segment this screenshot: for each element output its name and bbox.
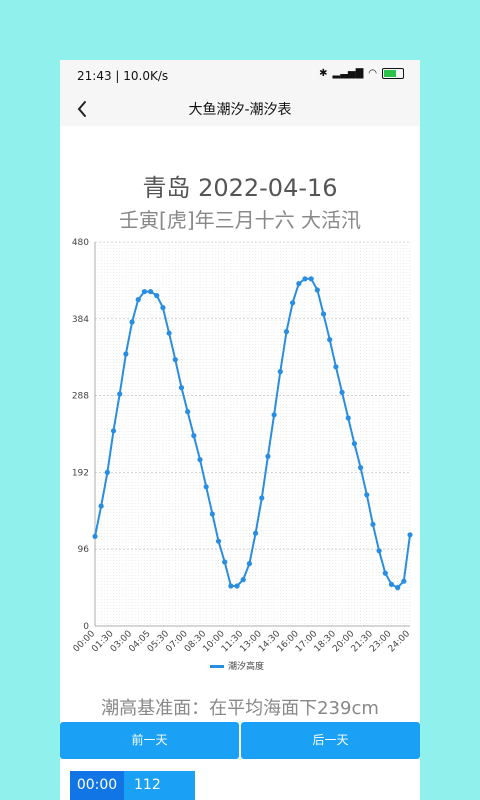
- tide-data-point: [401, 578, 407, 584]
- tide-data-point: [240, 577, 246, 583]
- tide-data-point: [185, 409, 191, 415]
- tide-baseline-note: 潮高基准面：在平均海面下239cm: [101, 698, 379, 719]
- tide-data-point: [147, 289, 154, 295]
- tide-data-point: [129, 319, 135, 325]
- tide-data-point: [172, 357, 178, 363]
- tide-data-point: [252, 530, 259, 536]
- tide-data-point: [290, 300, 296, 306]
- tide-data-point: [271, 412, 277, 418]
- tide-data-point: [135, 297, 141, 303]
- tide-data-point: [382, 570, 388, 576]
- y-tick-label: 480: [72, 238, 89, 248]
- tide-data-point: [197, 457, 203, 463]
- y-tick-label: 192: [72, 468, 89, 478]
- tide-data-point: [160, 305, 166, 311]
- tide-data-point: [364, 492, 370, 498]
- tide-series-line: [94, 277, 411, 589]
- tide-data-point: [246, 561, 253, 567]
- tide-data-point: [123, 351, 129, 357]
- tide-data-point: [259, 495, 265, 501]
- bluetooth-icon: ✱: [319, 68, 328, 79]
- tide-data-point: [302, 276, 308, 282]
- tide-data-point: [154, 293, 160, 299]
- phone-screen: 21:43 | 10.0K/s ✱ ▂▃▅▇ ◠ 大鱼潮汐-潮汐表 青岛 202…: [60, 60, 420, 800]
- tide-data-point: [407, 532, 413, 538]
- y-tick-label: 96: [78, 545, 90, 555]
- tide-data-point: [283, 329, 290, 335]
- x-tick-label: 24:00: [387, 629, 413, 655]
- tide-data-point: [110, 428, 117, 434]
- tide-data-point: [92, 533, 98, 539]
- page-title: 大鱼潮汐-潮汐表: [188, 102, 292, 118]
- tide-data-point: [209, 511, 215, 517]
- tide-data-point: [327, 337, 333, 343]
- tide-data-point: [339, 389, 345, 395]
- tide-data-point: [314, 287, 320, 293]
- tide-data-point: [370, 521, 376, 527]
- legend-label: 潮汐高度: [228, 660, 264, 672]
- app-bar: 大鱼潮汐-潮汐表: [60, 92, 420, 126]
- tide-data-point: [234, 583, 240, 589]
- status-icons: ✱ ▂▃▅▇ ◠: [319, 68, 404, 79]
- battery-icon: [382, 68, 404, 79]
- lunar-date: 壬寅[虎]年三月十六 大活汛: [119, 208, 361, 232]
- tide-data-point: [320, 311, 327, 317]
- tide-data-point: [388, 581, 395, 587]
- tide-chart-svg: 09619228838448000:0001:3003:0004:0505:30…: [72, 238, 413, 672]
- tide-data-point: [117, 391, 123, 397]
- tide-data-point: [395, 585, 401, 591]
- y-tick-label: 384: [72, 315, 89, 325]
- tide-table-time: 00:00: [70, 771, 124, 800]
- next-day-button[interactable]: 后一天: [241, 722, 420, 759]
- wifi-icon: ◠: [368, 68, 377, 79]
- tide-data-point: [345, 415, 351, 421]
- tide-data-point: [376, 548, 382, 554]
- tide-data-point: [308, 276, 314, 282]
- tide-data-point: [215, 538, 222, 544]
- tide-data-point: [222, 559, 228, 565]
- tide-data-point: [98, 503, 104, 509]
- tide-data-point: [265, 453, 271, 459]
- status-bar: 21:43 | 10.0K/s ✱ ▂▃▅▇ ◠: [60, 60, 420, 92]
- tide-data-point: [178, 385, 185, 391]
- status-time-speed: 21:43 | 10.0K/s: [77, 69, 169, 83]
- previous-day-button[interactable]: 前一天: [60, 722, 239, 759]
- tide-data-point: [351, 441, 358, 447]
- tide-data-point: [296, 281, 302, 287]
- tide-data-point: [277, 369, 283, 375]
- tide-data-point: [166, 330, 172, 336]
- tide-data-point: [228, 583, 234, 589]
- y-tick-label: 288: [72, 392, 89, 402]
- tide-data-point: [104, 469, 110, 475]
- tide-data-point: [333, 364, 339, 370]
- tide-table-value: 112: [124, 771, 195, 800]
- tide-chart: 0 96 192 288 384 480 00:00 01:30 03:00 04:05 05:30…: [60, 236, 420, 681]
- legend-swatch: [210, 665, 224, 668]
- signal-icon: ▂▃▅▇: [332, 68, 364, 79]
- tide-data-point: [203, 484, 209, 490]
- tide-data-point: [357, 465, 364, 471]
- tide-data-point: [141, 289, 148, 295]
- tide-data-point: [191, 433, 197, 439]
- city-date-heading: 青岛 2022-04-16: [142, 174, 338, 202]
